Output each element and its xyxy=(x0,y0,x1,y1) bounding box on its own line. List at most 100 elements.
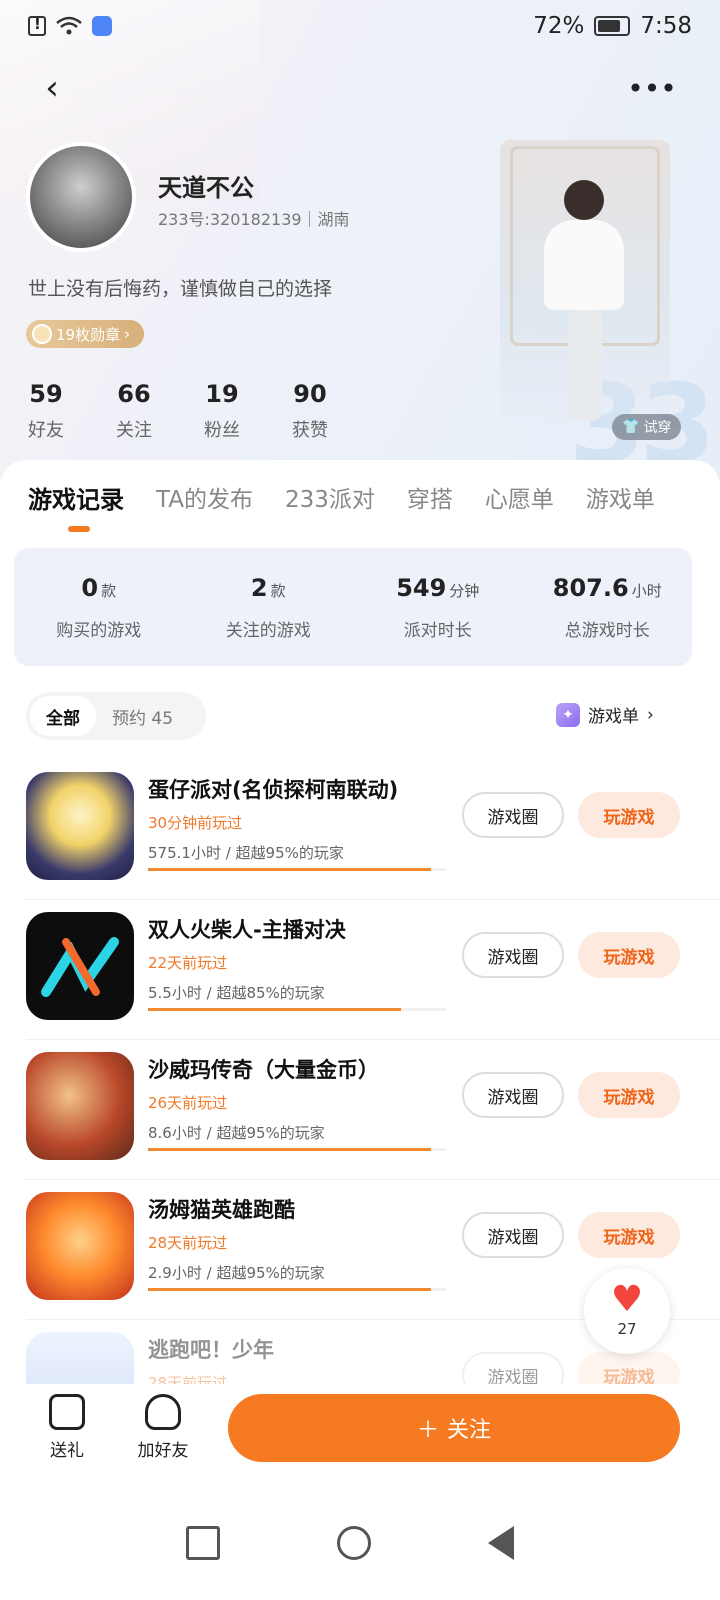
summary-unit: 小时 xyxy=(631,582,662,600)
stat-fans[interactable]: 19 粉丝 xyxy=(178,380,266,442)
summary-party-time: 549 分钟 派对时长 xyxy=(353,548,523,666)
user-id: 233号:320182139｜湖南 xyxy=(158,210,350,229)
stickman-logo-icon xyxy=(41,937,119,997)
game-icon[interactable] xyxy=(26,912,134,1020)
active-tab-indicator xyxy=(68,526,90,532)
filter-reserved[interactable]: 预约 45 xyxy=(96,696,189,736)
follow-button[interactable]: ＋ 关注 xyxy=(228,1394,680,1462)
summary-label: 购买的游戏 xyxy=(56,621,142,641)
plus-icon: ＋ xyxy=(416,1418,439,1443)
stat-label: 好友 xyxy=(28,420,64,441)
medals-badge[interactable]: 19枚勋章 › xyxy=(26,320,145,348)
avatar[interactable] xyxy=(26,142,136,252)
progress-fill xyxy=(148,1008,402,1011)
tab-outfits[interactable]: 穿搭 xyxy=(407,480,453,515)
chevron-right-icon: › xyxy=(124,325,131,343)
game-title: 沙威玛传奇（大量金币） xyxy=(148,1058,379,1082)
profile-stats: 59 好友 66 关注 19 粉丝 90 获赞 xyxy=(0,380,354,442)
game-row[interactable]: 蛋仔派对(名侦探柯南联动) 30分钟前玩过 575.1小时 / 超越95%的玩家… xyxy=(0,760,720,900)
play-game-button[interactable]: 玩游戏 xyxy=(578,792,680,838)
summary-value: 0 xyxy=(81,574,99,602)
tab-wishlist[interactable]: 心愿单 xyxy=(485,480,554,515)
filter-all[interactable]: 全部 xyxy=(30,696,96,736)
stat-following[interactable]: 66 关注 xyxy=(90,380,178,442)
back-nav-button[interactable] xyxy=(488,1526,514,1560)
playtime-progress-bar xyxy=(148,868,446,871)
game-last-played: 30分钟前玩过 xyxy=(148,814,243,832)
wifi-icon xyxy=(56,16,82,35)
stat-label: 关注 xyxy=(116,420,152,441)
add-friend-label: 加好友 xyxy=(137,1441,189,1461)
sparkle-icon: ✦ xyxy=(556,702,580,727)
home-button[interactable] xyxy=(337,1526,371,1560)
battery-percent: 72% xyxy=(533,13,585,39)
try-on-button[interactable]: 👕 试穿 xyxy=(612,414,682,440)
game-playtime: 575.1小时 / 超越95%的玩家 xyxy=(148,844,344,862)
bottom-action-bar: 送礼 加好友 ＋ 关注 xyxy=(0,1384,720,1484)
stat-label: 获赞 xyxy=(292,420,328,441)
add-friend-button[interactable]: 加好友 xyxy=(128,1394,198,1461)
more-menu-button[interactable]: ••• xyxy=(627,66,677,110)
progress-fill xyxy=(148,868,432,871)
tab-game-lists[interactable]: 游戏单 xyxy=(586,480,655,515)
game-title: 汤姆猫英雄跑酷 xyxy=(148,1198,295,1222)
user-name: 天道不公 xyxy=(158,174,254,202)
system-navigation-bar xyxy=(0,1500,720,1600)
stat-value: 90 xyxy=(293,380,327,408)
game-playtime: 2.9小时 / 超越95%的玩家 xyxy=(148,1264,325,1282)
back-button[interactable]: ‹ xyxy=(30,66,74,110)
game-circle-button[interactable]: 游戏圈 xyxy=(462,932,564,978)
content-panel: 游戏记录 TA的发布 233派对 穿搭 心愿单 游戏单 0款 购买的游戏 2款 … xyxy=(0,460,720,1540)
play-game-button[interactable]: 玩游戏 xyxy=(578,1212,680,1258)
playtime-progress-bar xyxy=(148,1148,446,1151)
game-last-played: 26天前玩过 xyxy=(148,1094,228,1112)
heart-icon: ♥ xyxy=(610,1279,644,1320)
gift-button[interactable]: 送礼 xyxy=(32,1394,102,1461)
gift-label: 送礼 xyxy=(50,1441,84,1461)
avatar-outfit-figure[interactable] xyxy=(500,140,670,430)
game-icon[interactable] xyxy=(26,1192,134,1300)
summary-value: 549 xyxy=(396,574,447,602)
progress-fill xyxy=(148,1148,432,1151)
like-button[interactable]: ♥ 27 xyxy=(584,1268,670,1354)
game-circle-button[interactable]: 游戏圈 xyxy=(462,792,564,838)
recents-button[interactable] xyxy=(186,1526,220,1560)
game-row[interactable]: 沙威玛传奇（大量金币） 26天前玩过 8.6小时 / 超越95%的玩家 游戏圈 … xyxy=(0,1040,720,1180)
summary-unit: 分钟 xyxy=(449,582,480,600)
stat-value: 19 xyxy=(205,380,239,408)
tab-233-party[interactable]: 233派对 xyxy=(285,480,375,515)
stat-label: 粉丝 xyxy=(204,420,240,441)
playtime-progress-bar xyxy=(148,1008,446,1011)
game-playtime: 8.6小时 / 超越95%的玩家 xyxy=(148,1124,325,1142)
play-game-button[interactable]: 玩游戏 xyxy=(578,1072,680,1118)
game-last-played: 22天前玩过 xyxy=(148,954,228,972)
stat-likes[interactable]: 90 获赞 xyxy=(266,380,354,442)
summary-value: 2 xyxy=(250,574,268,602)
summary-label: 关注的游戏 xyxy=(225,621,311,641)
figure-head xyxy=(564,180,604,220)
tab-posts[interactable]: TA的发布 xyxy=(156,480,253,515)
game-icon[interactable] xyxy=(26,772,134,880)
game-row[interactable]: 双人火柴人-主播对决 22天前玩过 5.5小时 / 超越85%的玩家 游戏圈 玩… xyxy=(0,900,720,1040)
stat-friends[interactable]: 59 好友 xyxy=(2,380,90,442)
game-playtime: 5.5小时 / 超越85%的玩家 xyxy=(148,984,325,1002)
app-notification-icon xyxy=(92,16,112,36)
clock: 7:58 xyxy=(640,13,692,39)
battery-icon xyxy=(594,16,631,36)
status-bar: 72% 7:58 xyxy=(0,0,720,52)
stat-value: 66 xyxy=(117,380,151,408)
game-icon[interactable] xyxy=(26,1052,134,1160)
medal-icon xyxy=(32,324,52,344)
game-circle-button[interactable]: 游戏圈 xyxy=(462,1212,564,1258)
filter-toggle: 全部 预约 45 xyxy=(26,692,206,740)
gift-icon xyxy=(49,1394,85,1430)
tab-game-records[interactable]: 游戏记录 xyxy=(28,480,124,515)
game-list-label: 游戏单 xyxy=(588,707,639,727)
play-game-button[interactable]: 玩游戏 xyxy=(578,932,680,978)
game-title: 双人火柴人-主播对决 xyxy=(148,918,346,942)
shirt-icon: 👕 xyxy=(622,419,640,435)
summary-purchased: 0款 购买的游戏 xyxy=(14,548,184,666)
game-list-link[interactable]: ✦ 游戏单 › xyxy=(556,702,654,727)
game-circle-button[interactable]: 游戏圈 xyxy=(462,1072,564,1118)
chevron-right-icon: › xyxy=(647,704,654,725)
